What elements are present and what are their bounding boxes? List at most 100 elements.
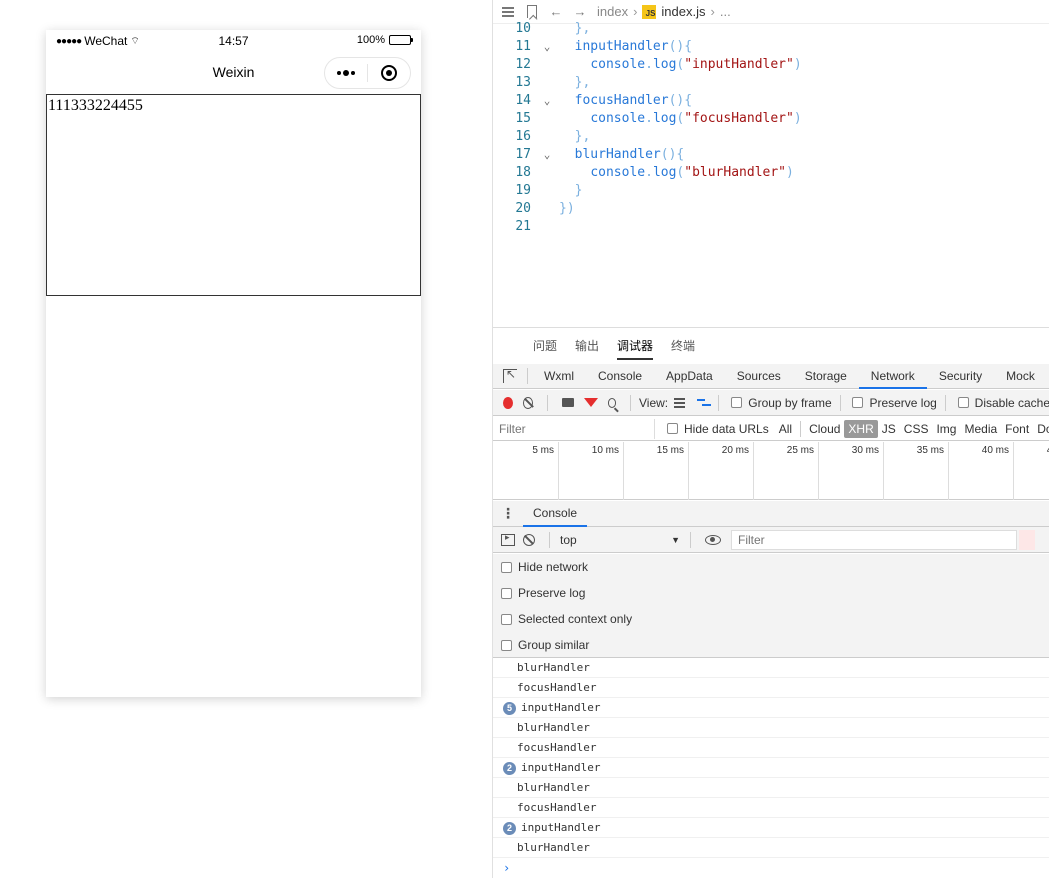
panel-tab-1[interactable]: 输出 (575, 337, 599, 354)
setting-checkbox[interactable] (501, 561, 512, 573)
devtools-tab-sources[interactable]: Sources (725, 364, 793, 389)
timeline-tick: 15 ms (624, 442, 689, 500)
group-by-frame-checkbox[interactable] (731, 397, 743, 408)
panel-tab-0[interactable]: 问题 (533, 337, 557, 354)
log-entry: focusHandler (493, 798, 1049, 818)
camera-icon[interactable] (561, 398, 574, 407)
code-line: 15 console.log("focusHandler") (493, 110, 1049, 128)
hide-data-urls-label: Hide data URLs (684, 421, 769, 436)
textarea[interactable]: 111333224455 (46, 94, 421, 296)
devtools-tab-network[interactable]: Network (858, 364, 927, 389)
type-filter-js[interactable]: JS (878, 422, 900, 436)
panel-tab-3[interactable]: 终端 (671, 337, 695, 354)
code-line: 21 (493, 218, 1049, 236)
fold-chevron-icon[interactable]: ⌄ (535, 92, 559, 110)
forward-button[interactable]: → (573, 4, 587, 19)
error-count-badge[interactable] (1019, 529, 1035, 550)
log-entry: focusHandler (493, 678, 1049, 698)
preserve-log-checkbox[interactable] (852, 397, 864, 408)
inspect-icon[interactable] (503, 367, 517, 383)
devtools-tab-wxml[interactable]: Wxml (532, 364, 586, 389)
status-bar: ●●●●● WeChat ⌔ 14:57 100% (46, 30, 421, 52)
devtools-tab-appdata[interactable]: AppData (654, 364, 725, 389)
more-button[interactable] (325, 58, 367, 88)
clear-console-icon[interactable] (523, 533, 535, 546)
setting-checkbox[interactable] (501, 639, 512, 651)
log-entry: blurHandler (493, 718, 1049, 738)
line-number: 14 (515, 93, 531, 108)
repeat-count-badge: 2 (503, 822, 516, 835)
network-filter-input[interactable] (493, 418, 655, 439)
disable-cache-checkbox[interactable] (957, 397, 969, 408)
record-button[interactable] (503, 396, 513, 409)
line-number: 17 (515, 147, 531, 162)
waterfall-icon[interactable] (696, 398, 711, 408)
fold-chevron-icon[interactable]: ⌄ (535, 146, 559, 164)
panel-tab-2[interactable]: 调试器 (617, 337, 654, 360)
drawer-tab-console[interactable]: Console (523, 501, 588, 527)
code-text: }, (559, 129, 591, 144)
console-setting-2: Selected context only (493, 606, 1049, 632)
filter-icon[interactable] (583, 398, 598, 407)
line-number: 13 (515, 75, 531, 90)
code-text: }, (559, 75, 591, 90)
list-icon (502, 6, 514, 17)
devtools-tab-console[interactable]: Console (586, 364, 654, 389)
type-filter-cloud[interactable]: Cloud (805, 422, 844, 436)
devtools-tab-storage[interactable]: Storage (793, 364, 859, 389)
console-log: blurHandler focusHandler 5 inputHandler blur… (493, 658, 1049, 878)
context-select[interactable]: top ▼ (554, 530, 686, 550)
type-filter-xhr[interactable]: XHR (844, 419, 878, 438)
outline-button[interactable] (501, 5, 515, 19)
timeline-tick: 35 ms (884, 442, 949, 500)
log-entry: 2 inputHandler (493, 758, 1049, 778)
kebab-menu-icon[interactable]: ⋮ (493, 505, 523, 522)
battery-percent: 100% (356, 34, 385, 46)
hide-data-urls-checkbox[interactable] (667, 423, 678, 434)
code-line: 17 ⌄ blurHandler(){ (493, 146, 1049, 164)
type-filter-media[interactable]: Media (960, 422, 1001, 436)
code-text: inputHandler(){ (574, 39, 693, 54)
clear-icon[interactable] (522, 396, 534, 409)
console-filter-input[interactable] (731, 529, 1017, 550)
large-rows-icon[interactable] (674, 397, 685, 408)
type-filter-font[interactable]: Font (1001, 422, 1033, 436)
devtools-tab-mock[interactable]: Mock (994, 364, 1047, 389)
log-entry: blurHandler (493, 778, 1049, 798)
setting-label: Hide network (518, 560, 589, 574)
bookmark-button[interactable] (525, 5, 539, 19)
close-app-button[interactable] (368, 58, 410, 88)
type-filter-doc[interactable]: Doc (1033, 422, 1049, 436)
arrow-right-icon: → (573, 4, 587, 19)
type-filter-img[interactable]: Img (932, 422, 960, 436)
type-filter-all[interactable]: All (775, 422, 796, 436)
code-editor[interactable]: 10 }, 11 ⌄ inputHandler(){12 console.log("… (493, 20, 1049, 326)
setting-label: Preserve log (518, 586, 586, 600)
drawer-header: ⋮ Console (493, 501, 1049, 527)
menu-capsule (324, 57, 411, 89)
breadcrumb-file[interactable]: index.js (661, 4, 705, 19)
log-entry: blurHandler (493, 658, 1049, 678)
back-button[interactable]: ← (549, 4, 563, 19)
setting-checkbox[interactable] (501, 613, 512, 625)
eye-icon[interactable] (705, 534, 721, 545)
bookmark-icon (527, 5, 537, 18)
timeline-tick: 5 ms (494, 442, 559, 500)
breadcrumb-more[interactable]: ... (720, 4, 731, 19)
code-line: 12 console.log("inputHandler") (493, 56, 1049, 74)
log-entry: 5 inputHandler (493, 698, 1049, 718)
type-filter-css[interactable]: CSS (900, 422, 933, 436)
breadcrumb-folder[interactable]: index (597, 4, 628, 19)
log-message: blurHandler (517, 721, 590, 734)
code-line: 20}) (493, 200, 1049, 218)
setting-checkbox[interactable] (501, 587, 512, 599)
fold-chevron-icon[interactable]: ⌄ (535, 38, 559, 56)
code-text: } (559, 183, 583, 198)
devtools-tab-security[interactable]: Security (927, 364, 994, 389)
search-icon[interactable] (607, 397, 617, 408)
preserve-log-label: Preserve log (869, 395, 937, 410)
sidebar-toggle-icon[interactable] (501, 532, 515, 546)
console-prompt[interactable]: › (493, 858, 1049, 878)
log-entry: 2 inputHandler (493, 818, 1049, 838)
code-text: }, (559, 21, 591, 36)
